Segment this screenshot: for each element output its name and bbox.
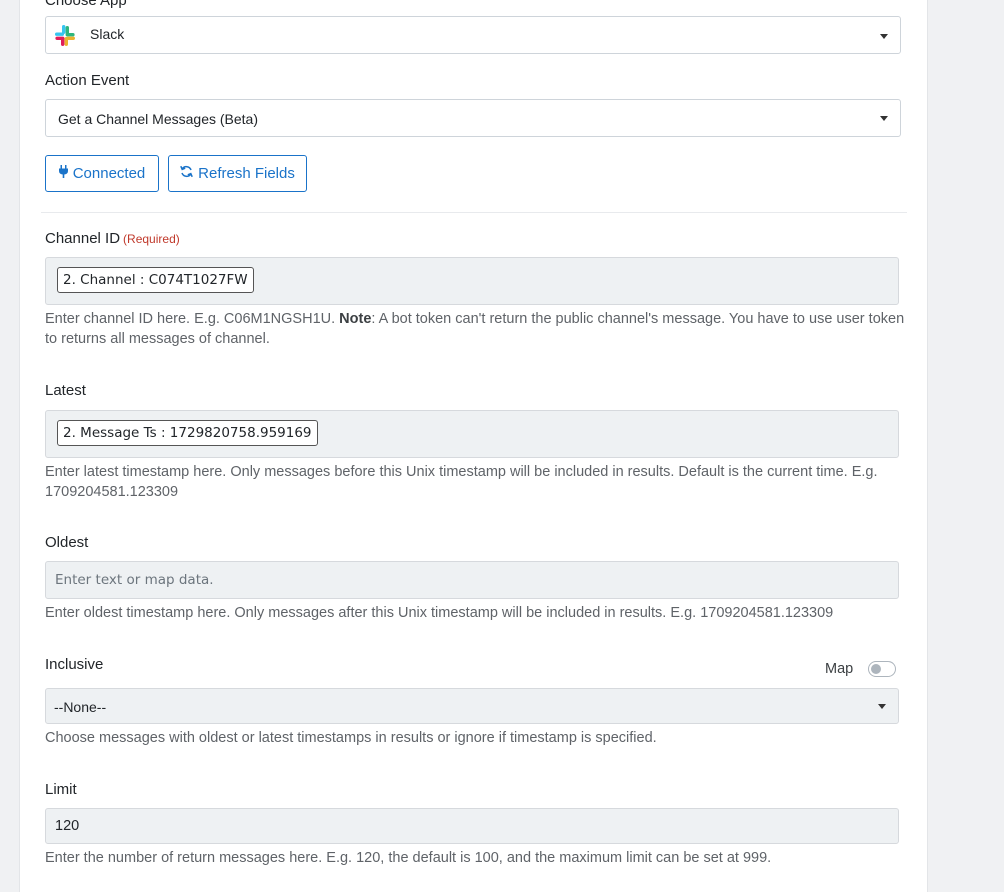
channel-id-help-text: Enter channel ID here. E.g. C06M1NGSH1U. [45,311,340,327]
chevron-down-icon [878,704,886,709]
limit-label: Limit [45,781,77,798]
chevron-down-icon [880,116,888,121]
mapped-data-chip[interactable]: 2. Channel : C074T1027FW [57,267,254,293]
map-toggle-label: Map [825,661,854,677]
action-event-select[interactable]: Get a Channel Messages (Beta) [45,99,901,137]
plug-icon [58,165,68,182]
action-event-label: Action Event [45,72,130,89]
inclusive-help: Choose messages with oldest or latest ti… [45,730,657,746]
choose-app-label: Choose App [45,0,127,9]
app-select[interactable]: Slack [45,16,901,54]
mapped-data-chip[interactable]: 2. Message Ts : 1729820758.959169 [57,420,318,446]
limit-value: 120 [55,818,80,834]
toggle-knob [871,664,881,674]
oldest-help: Enter oldest timestamp here. Only messag… [45,605,834,621]
oldest-input[interactable]: Enter text or map data. [45,561,899,599]
refresh-fields-button[interactable]: Refresh Fields [168,155,307,192]
latest-field[interactable]: 2. Message Ts : 1729820758.959169 [45,410,899,458]
slack-logo-icon [53,24,77,48]
channel-id-help: Enter channel ID here. E.g. C06M1NGSH1U.… [45,309,905,349]
connected-button[interactable]: Connected [45,155,159,192]
oldest-label: Oldest [45,534,89,551]
latest-help: Enter latest timestamp here. Only messag… [45,464,878,500]
channel-id-label: Channel ID (Required) [45,230,180,247]
limit-help: Enter the number of return messages here… [45,850,772,866]
chevron-down-icon [880,34,888,39]
refresh-icon [180,165,194,182]
latest-label: Latest [45,382,86,399]
channel-id-field[interactable]: 2. Channel : C074T1027FW [45,257,899,305]
inclusive-select-value: --None-- [54,699,107,715]
refresh-fields-label: Refresh Fields [198,165,295,182]
map-toggle[interactable] [868,661,896,677]
channel-id-label-text: Channel ID [45,230,121,247]
section-divider [41,212,907,213]
limit-input[interactable]: 120 [45,808,899,844]
required-badge: (Required) [123,232,180,246]
connected-label: Connected [72,165,146,182]
inclusive-label: Inclusive [45,656,104,673]
action-event-value: Get a Channel Messages (Beta) [58,111,258,127]
inclusive-select[interactable]: --None-- [45,688,899,724]
oldest-placeholder: Enter text or map data. [55,572,214,588]
app-select-value: Slack [90,26,125,42]
channel-id-help-note: Note [339,311,372,327]
